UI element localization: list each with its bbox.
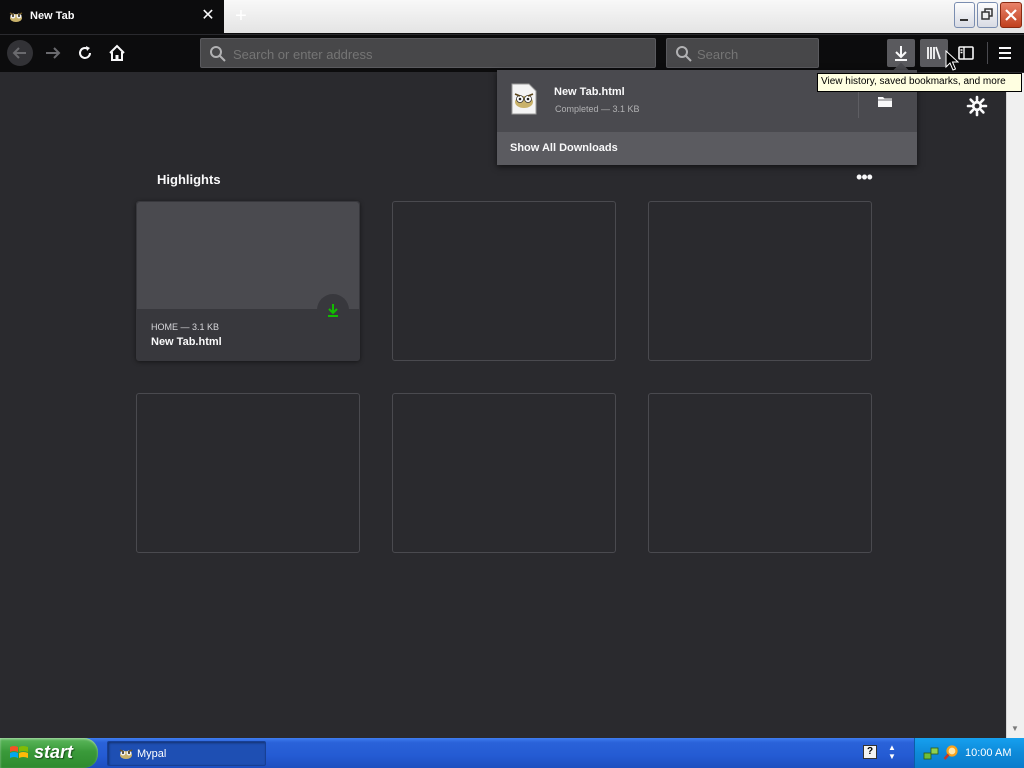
mouse-cursor-icon: [945, 50, 959, 71]
highlight-card[interactable]: HOME — 3.1 KB New Tab.html: [136, 201, 360, 361]
scroll-down-arrow-icon[interactable]: ▼: [1010, 724, 1020, 734]
card-context-label: HOME — 3.1 KB: [151, 322, 220, 332]
hamburger-menu-icon: [999, 47, 1011, 59]
window-restore-button[interactable]: [977, 2, 998, 28]
card-title: New Tab.html: [151, 336, 222, 348]
forward-arrow-icon: [46, 47, 61, 59]
search-icon: [676, 46, 692, 62]
folder-icon[interactable]: [877, 94, 893, 108]
restore-icon: [981, 8, 993, 20]
back-button[interactable]: [6, 39, 34, 67]
file-icon: [511, 83, 537, 115]
library-tooltip: View history, saved bookmarks, and more: [817, 73, 1022, 92]
taskbar-item-label: Mypal: [137, 748, 167, 760]
magnifier-icon[interactable]: [943, 745, 959, 761]
minimize-icon: [960, 19, 968, 21]
download-arrow-icon: [328, 304, 338, 317]
address-input[interactable]: [233, 45, 643, 63]
toolbar-separator: [987, 42, 988, 64]
sidebar-icon: [958, 46, 974, 60]
help-icon[interactable]: ?: [863, 745, 877, 759]
download-status: Completed — 3.1 KB: [555, 104, 640, 114]
search-icon: [210, 46, 226, 62]
show-all-downloads-button[interactable]: Show All Downloads: [510, 142, 618, 154]
home-button[interactable]: [103, 39, 131, 67]
start-button[interactable]: start: [0, 738, 98, 768]
start-label: start: [34, 742, 74, 762]
download-filename: New Tab.html: [554, 86, 625, 98]
windows-logo-icon: [10, 746, 28, 758]
search-bar[interactable]: [666, 38, 819, 68]
vertical-scrollbar[interactable]: [1006, 73, 1024, 738]
tab-new-tab[interactable]: New Tab ✕: [0, 0, 224, 34]
empty-highlight-placeholder: [648, 393, 872, 553]
network-icon[interactable]: [923, 745, 939, 761]
download-arrow-icon: [895, 46, 907, 61]
highlights-context-menu-button[interactable]: •••: [852, 168, 876, 188]
reload-icon: [79, 46, 91, 59]
tab-title: New Tab: [30, 10, 75, 22]
download-item-separator: [858, 88, 859, 118]
tab-close-icon[interactable]: ✕: [198, 6, 218, 26]
taskbar-item-mypal[interactable]: Mypal: [107, 741, 266, 766]
home-icon: [109, 44, 125, 61]
downloads-panel-footer[interactable]: Show All Downloads: [497, 132, 917, 165]
clock: 10:00 AM: [965, 747, 1012, 759]
back-arrow-icon: [7, 40, 33, 66]
card-preview-image: [137, 202, 359, 309]
empty-highlight-placeholder: [392, 201, 616, 361]
library-button[interactable]: [920, 39, 948, 67]
reload-button[interactable]: [71, 39, 99, 67]
empty-highlight-placeholder: [648, 201, 872, 361]
mypal-logo-icon: [119, 749, 133, 759]
mypal-logo-icon: [9, 12, 23, 22]
library-icon: [927, 46, 941, 60]
window-minimize-button[interactable]: [954, 2, 975, 28]
navigation-toolbar: [0, 35, 1024, 72]
search-input[interactable]: [697, 45, 812, 63]
gear-icon[interactable]: [965, 94, 989, 118]
new-tab-button[interactable]: +: [229, 5, 253, 29]
empty-highlight-placeholder: [392, 393, 616, 553]
forward-button[interactable]: [39, 39, 67, 67]
close-icon: [1005, 9, 1017, 21]
window-close-button[interactable]: [1000, 2, 1022, 28]
main-menu-button[interactable]: [991, 39, 1019, 67]
highlights-heading: Highlights: [157, 172, 221, 187]
card-download-badge: [317, 294, 349, 326]
address-bar[interactable]: [200, 38, 656, 68]
language-bar-icon[interactable]: ▲ ▼: [886, 743, 898, 763]
tab-strip: New Tab ✕ +: [0, 0, 1024, 34]
system-tray: 10:00 AM: [914, 738, 1024, 768]
empty-highlight-placeholder: [136, 393, 360, 553]
